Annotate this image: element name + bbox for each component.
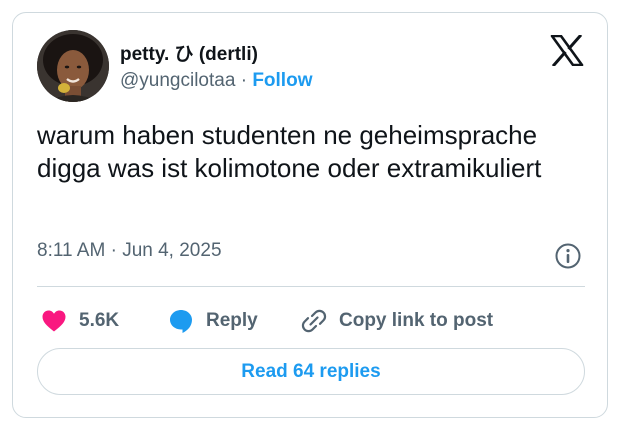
tweet-time[interactable]: 8:11 AM	[37, 240, 105, 261]
link-icon	[301, 309, 327, 333]
reply-button[interactable]: Reply	[168, 301, 258, 341]
reply-label: Reply	[206, 310, 258, 331]
handle-row: @yungcilotaa · Follow	[120, 70, 312, 92]
speech-bubble-icon	[170, 310, 192, 333]
divider	[37, 286, 585, 287]
info-icon[interactable]	[554, 242, 582, 270]
tweet-date[interactable]: Jun 4, 2025	[122, 240, 221, 261]
display-name[interactable]: petty. ひ (dertli)	[120, 39, 258, 66]
handle-separator: ·	[240, 70, 248, 91]
timestamp-row[interactable]: 8:11 AM · Jun 4, 2025	[37, 240, 222, 262]
copy-link-button[interactable]: Copy link to post	[301, 301, 493, 341]
timestamp-separator: ·	[110, 240, 117, 261]
tweet-card: petty. ひ (dertli) @yungcilotaa · Follow …	[12, 12, 608, 418]
like-button[interactable]: 5.6K	[41, 301, 119, 341]
like-count: 5.6K	[79, 310, 120, 331]
copy-link-label: Copy link to post	[339, 310, 494, 331]
read-replies-button[interactable]: Read 64 replies	[37, 348, 585, 395]
read-replies-label: Read 64 replies	[241, 360, 381, 382]
heart-icon	[42, 310, 66, 332]
avatar[interactable]	[37, 30, 109, 102]
tweet-text: warum haben studenten ne geheimsprache d…	[37, 120, 542, 183]
handle[interactable]: @yungcilotaa	[120, 70, 235, 91]
action-bar: 5.6K Reply Copy link to post	[13, 301, 607, 341]
follow-button[interactable]: Follow	[252, 70, 312, 91]
x-logo-icon[interactable]	[550, 33, 584, 68]
